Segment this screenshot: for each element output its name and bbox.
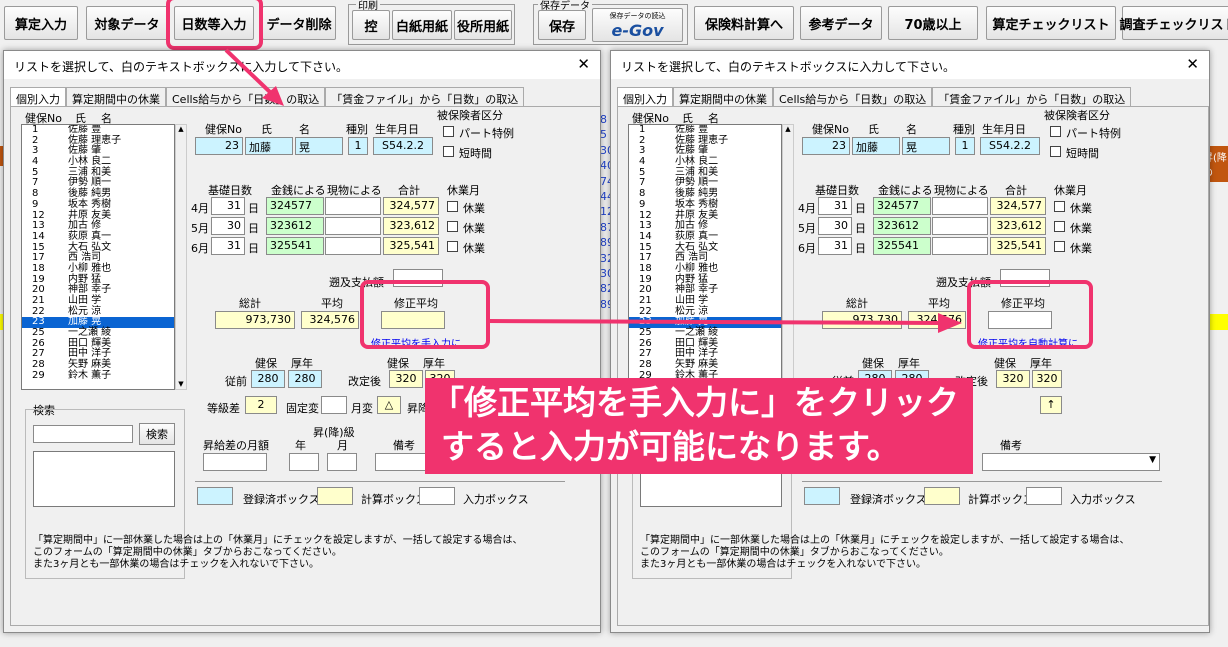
annotation-arrows xyxy=(224,48,962,333)
caption-line-2: すると入力が可能になります。 xyxy=(441,427,900,466)
arrow-link-line xyxy=(486,319,943,325)
caption-line-1: 「修正平均を手入力に」をクリック xyxy=(431,383,959,422)
arrow-link-head xyxy=(938,313,962,333)
instruction-caption: 「修正平均を手入力に」をクリック すると入力が可能になります。 xyxy=(425,378,973,474)
arrow-days-line xyxy=(224,48,274,96)
